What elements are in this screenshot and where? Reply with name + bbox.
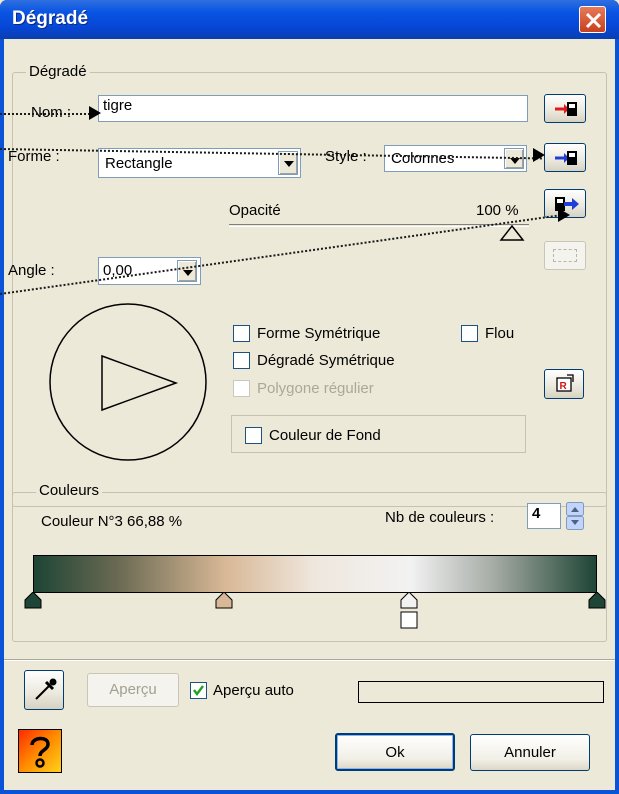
- apercu-auto-checkbox[interactable]: [190, 682, 207, 699]
- progress-bar: [358, 681, 604, 703]
- play-arrow-icon: [101, 354, 179, 412]
- flou-checkbox[interactable]: [461, 325, 478, 342]
- ok-button[interactable]: Ok: [335, 733, 455, 771]
- eyedropper-button[interactable]: [24, 670, 64, 710]
- degrade-symetrique-checkbox[interactable]: [233, 352, 250, 369]
- gradient-stops[interactable]: [24, 592, 608, 638]
- gradient-group-legend: Dégradé: [26, 63, 90, 80]
- reset-button[interactable]: R: [544, 369, 584, 399]
- color-count-input[interactable]: 4: [527, 503, 561, 529]
- chevron-down-icon[interactable]: [177, 260, 197, 282]
- apercu-auto-label: Aperçu auto: [213, 682, 294, 699]
- window-title: Dégradé: [12, 8, 89, 29]
- gradient-preview-bar[interactable]: [33, 555, 597, 593]
- colors-group-legend: Couleurs: [36, 482, 103, 499]
- divider: [4, 659, 615, 661]
- annotation-line: [0, 113, 98, 115]
- polygone-label: Polygone régulier: [257, 380, 374, 397]
- import-style-button[interactable]: [544, 143, 586, 172]
- flou-label: Flou: [485, 325, 515, 342]
- opacity-label: Opacité: [229, 202, 281, 219]
- name-input[interactable]: tigre: [98, 95, 528, 122]
- angle-label: Angle :: [8, 262, 55, 279]
- color-stop-3: [400, 592, 418, 609]
- forme-value: Rectangle: [105, 155, 173, 172]
- load-gradient-button[interactable]: [544, 94, 586, 123]
- reset-icon: R: [556, 374, 574, 392]
- help-icon[interactable]: [18, 729, 62, 773]
- style-label: Style :: [325, 148, 367, 165]
- forme-symetrique-checkbox[interactable]: [233, 325, 250, 342]
- current-color-label: Couleur N°3 66,88 %: [41, 513, 183, 530]
- color-count-value: 4: [532, 505, 541, 522]
- window-frame: [0, 790, 619, 794]
- couleur-fond-checkbox[interactable]: [245, 427, 262, 444]
- arrow-icon: [89, 106, 101, 120]
- polygone-checkbox[interactable]: [233, 380, 250, 397]
- selection-button[interactable]: [544, 241, 586, 270]
- opacity-slider-thumb[interactable]: [499, 225, 525, 242]
- question-mark-icon: [30, 736, 50, 768]
- color-count-label: Nb de couleurs :: [385, 509, 495, 526]
- color-count-spinner[interactable]: [566, 502, 584, 530]
- degrade-symetrique-label: Dégradé Symétrique: [257, 352, 395, 369]
- arrow-icon: [558, 208, 570, 222]
- eyedropper-icon: [35, 678, 57, 700]
- check-icon: [193, 685, 204, 696]
- window-frame: [615, 39, 619, 794]
- color-stop-4: [588, 592, 606, 609]
- angle-dial[interactable]: [48, 301, 208, 463]
- import-arrow-icon: [555, 102, 577, 116]
- import-arrow-icon: [555, 151, 577, 165]
- color-stop-1: [24, 592, 42, 609]
- apercu-button[interactable]: Aperçu: [87, 673, 179, 707]
- svg-text:R: R: [560, 381, 568, 392]
- close-icon: [585, 12, 602, 29]
- color-stop-2: [215, 592, 233, 609]
- title-bar[interactable]: Dégradé: [0, 0, 619, 39]
- close-button[interactable]: [579, 6, 606, 33]
- style-value: Colonnes: [391, 150, 455, 167]
- arrow-icon: [533, 148, 545, 162]
- cancel-button[interactable]: Annuler: [470, 734, 590, 771]
- selection-rect-icon: [553, 249, 577, 262]
- opacity-value: 100 %: [476, 202, 519, 219]
- forme-symetrique-label: Forme Symétrique: [257, 325, 381, 342]
- name-value: tigre: [103, 97, 133, 114]
- selected-stop-marker: [400, 611, 418, 629]
- couleur-fond-label: Couleur de Fond: [269, 427, 381, 444]
